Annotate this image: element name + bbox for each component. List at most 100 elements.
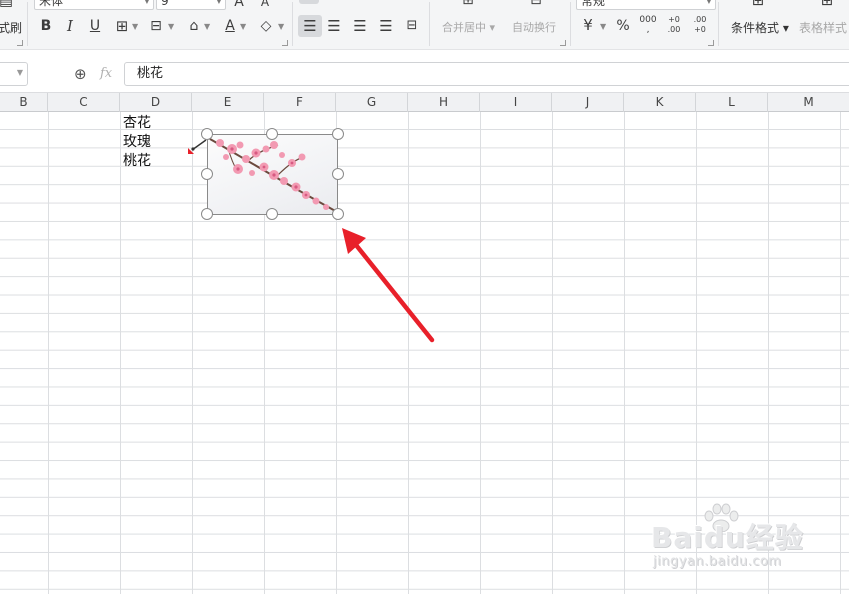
- chevron-down-icon[interactable]: ▼: [600, 22, 606, 31]
- name-box[interactable]: ▼: [0, 62, 28, 86]
- cell-d1[interactable]: 杏花: [123, 114, 151, 132]
- clear-icon[interactable]: ◇: [256, 16, 276, 36]
- bold-button[interactable]: B: [36, 16, 56, 36]
- chevron-down-icon[interactable]: ▼: [204, 22, 210, 31]
- table-style-icon[interactable]: ⊞: [817, 0, 837, 10]
- increase-font-icon[interactable]: A: [229, 0, 249, 12]
- baidu-jingyan-watermark: Baidu经验 jingyan.baidu.com: [651, 503, 849, 588]
- column-header-k[interactable]: K: [624, 93, 696, 112]
- chevron-down-icon[interactable]: ▼: [278, 22, 284, 31]
- font-size-value: 9: [161, 0, 169, 8]
- align-bottom-icon[interactable]: ≡: [350, 0, 370, 8]
- zoom-icon[interactable]: ⊕: [74, 65, 87, 83]
- formula-input[interactable]: 桃花: [124, 62, 849, 86]
- peach-blossom-picture[interactable]: [207, 134, 338, 215]
- chevron-down-icon[interactable]: ▼: [132, 22, 138, 31]
- font-size-select[interactable]: 9 ▼: [156, 0, 226, 10]
- resize-handle-bottom[interactable]: [266, 208, 278, 220]
- insert-function-button[interactable]: fx: [100, 66, 112, 81]
- spreadsheet-window: ▤ 式刷 宋体 ▼ 9 ▼ A A B I U ⊞ ▼ ⊟ ▼ ⌂ ▼ A ▼ …: [0, 0, 849, 594]
- increase-decimal-icon[interactable]: +0.00: [664, 15, 684, 35]
- column-header-j[interactable]: J: [552, 93, 624, 112]
- alignment-group-launcher[interactable]: [560, 40, 566, 46]
- decrease-indent-icon[interactable]: ≡: [376, 0, 396, 8]
- resize-handle-bottom-left[interactable]: [201, 208, 213, 220]
- fill-color-icon[interactable]: ⌂: [184, 16, 204, 36]
- divider: [429, 2, 430, 46]
- resize-handle-bottom-right[interactable]: [332, 208, 344, 220]
- column-header-e[interactable]: E: [192, 93, 264, 112]
- resize-handle-left[interactable]: [201, 168, 213, 180]
- divider: [570, 2, 571, 46]
- watermark-url: jingyan.baidu.com: [653, 554, 782, 569]
- red-arrow-icon: [342, 228, 435, 343]
- number-group-launcher[interactable]: [708, 40, 714, 46]
- cell-d3[interactable]: 桃花: [123, 152, 151, 170]
- divider: [718, 2, 719, 46]
- column-header-c[interactable]: C: [48, 93, 120, 112]
- thousands-icon[interactable]: 000,: [638, 15, 658, 35]
- chevron-down-icon: ▼: [16, 68, 23, 77]
- column-header-bar: B C D E F G H I J K L M: [0, 92, 849, 112]
- chevron-down-icon: ▼: [143, 0, 150, 5]
- clipboard-group-launcher[interactable]: [17, 40, 23, 46]
- conditional-format-icon[interactable]: ⊞: [748, 0, 768, 10]
- column-header-m[interactable]: M: [768, 93, 849, 112]
- increase-indent-icon[interactable]: ≡: [402, 0, 422, 8]
- font-name-select[interactable]: 宋体 ▼: [34, 0, 154, 10]
- number-format-select[interactable]: 常规 ▼: [576, 0, 716, 10]
- font-name-value: 宋体: [39, 0, 64, 8]
- format-painter-icon[interactable]: ▤: [0, 0, 16, 10]
- chevron-down-icon[interactable]: ▼: [240, 22, 246, 31]
- resize-handle-right[interactable]: [332, 168, 344, 180]
- column-header-l[interactable]: L: [696, 93, 768, 112]
- column-header-d[interactable]: D: [120, 93, 192, 112]
- conditional-format-label: 条件格式: [731, 21, 780, 35]
- ribbon-toolbar: ▤ 式刷 宋体 ▼ 9 ▼ A A B I U ⊞ ▼ ⊟ ▼ ⌂ ▼ A ▼ …: [0, 0, 849, 50]
- cell-style-icon[interactable]: ⊟: [146, 16, 166, 36]
- column-header-f[interactable]: F: [264, 93, 336, 112]
- column-header-g[interactable]: G: [336, 93, 408, 112]
- decrease-font-icon[interactable]: A: [255, 0, 275, 12]
- conditional-format-button[interactable]: 条件格式 ▾: [731, 21, 789, 35]
- column-header-h[interactable]: H: [408, 93, 480, 112]
- chevron-down-icon: ▼: [215, 0, 222, 5]
- font-color-icon[interactable]: A: [220, 16, 240, 36]
- currency-icon[interactable]: ¥: [578, 15, 598, 35]
- align-center-icon[interactable]: ☰: [324, 16, 344, 36]
- table-style-button[interactable]: 表格样式: [799, 21, 847, 35]
- wrap-text-icon[interactable]: ⊟: [526, 0, 546, 10]
- merge-center-button[interactable]: 合并居中 ▾: [442, 21, 495, 35]
- cell-d2[interactable]: 玫瑰: [123, 133, 151, 151]
- resize-handle-top-left[interactable]: [201, 128, 213, 140]
- align-right-icon[interactable]: ☰: [350, 16, 370, 36]
- align-middle-icon[interactable]: ≡: [324, 0, 344, 8]
- resize-handle-top[interactable]: [266, 128, 278, 140]
- border-icon[interactable]: ⊞: [112, 16, 132, 36]
- column-header-b[interactable]: B: [0, 93, 48, 112]
- percent-button[interactable]: %: [613, 16, 633, 36]
- format-painter-label[interactable]: 式刷: [0, 21, 22, 35]
- watermark-brand: Baidu经验: [651, 521, 804, 554]
- divider: [292, 2, 293, 46]
- font-group-launcher[interactable]: [282, 40, 288, 46]
- divider: [27, 2, 28, 46]
- number-format-value: 常规: [581, 0, 606, 8]
- decrease-decimal-icon[interactable]: .00 +0: [690, 15, 710, 35]
- underline-button[interactable]: U: [85, 16, 105, 36]
- justify-icon[interactable]: ☰: [376, 16, 396, 36]
- distributed-align-icon[interactable]: ⊟: [402, 16, 422, 36]
- chevron-down-icon[interactable]: ▼: [168, 22, 174, 31]
- merge-center-label: 合并居中: [442, 21, 486, 34]
- merge-center-icon[interactable]: ⊞: [458, 0, 478, 10]
- wrap-text-button[interactable]: 自动换行: [512, 21, 556, 35]
- column-header-i[interactable]: I: [480, 93, 552, 112]
- formula-bar: ▼ ⊕ fx 桃花: [0, 59, 849, 89]
- align-left-icon[interactable]: ☰: [298, 15, 322, 37]
- blossom-branch-image: [209, 138, 337, 214]
- italic-button[interactable]: I: [60, 16, 80, 36]
- resize-handle-top-right[interactable]: [332, 128, 344, 140]
- align-top-icon[interactable]: [299, 0, 319, 4]
- chevron-down-icon: ▼: [705, 0, 712, 5]
- connector-line: [191, 139, 207, 151]
